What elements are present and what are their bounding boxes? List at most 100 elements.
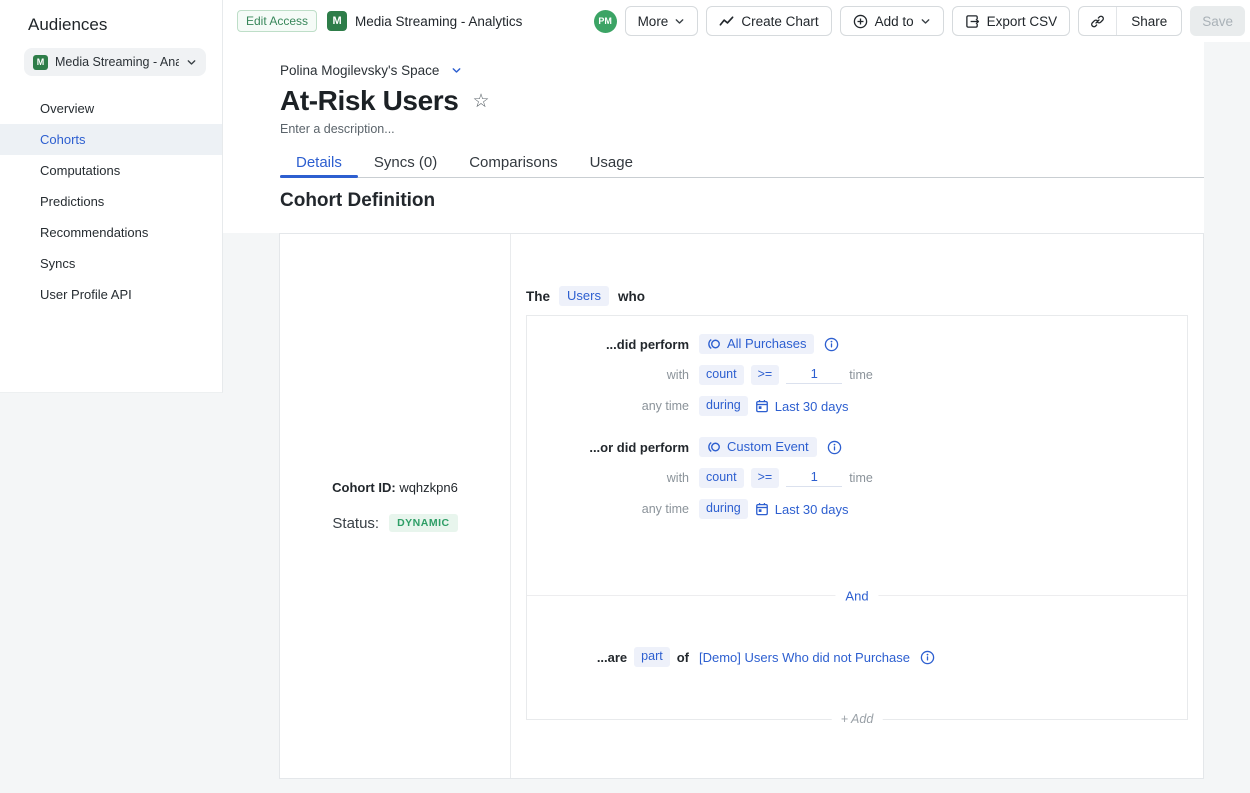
chevron-down-icon xyxy=(920,16,931,27)
app-title: Audiences xyxy=(0,0,222,35)
sidebar-item-cohorts[interactable]: Cohorts xyxy=(0,124,222,155)
description-placeholder[interactable]: Enter a description... xyxy=(280,122,395,136)
count-operator-selector[interactable]: >= xyxy=(751,365,780,385)
sidebar-item-recommendations[interactable]: Recommendations xyxy=(0,217,222,248)
calendar-icon xyxy=(755,502,769,516)
count-pre: with xyxy=(667,471,689,485)
sidebar-item-syncs[interactable]: Syncs xyxy=(0,248,222,279)
page-title[interactable]: At-Risk Users xyxy=(280,85,458,117)
count-value-input[interactable]: 1 xyxy=(786,469,842,487)
definition-builder: The Users who ...did perform All Purchas… xyxy=(511,234,1203,778)
count-value-input[interactable]: 1 xyxy=(786,366,842,384)
avatar[interactable]: PM xyxy=(594,10,617,33)
event-icon xyxy=(707,337,721,351)
cohort-id-value: wqhzkpn6 xyxy=(399,480,458,495)
info-circle-icon[interactable] xyxy=(824,337,839,352)
tab-bar: Details Syncs (0) Comparisons Usage xyxy=(280,148,1204,178)
subject-post: who xyxy=(618,289,645,304)
time-window-row: any time during Last 30 days xyxy=(527,396,1187,416)
info-circle-icon[interactable] xyxy=(827,440,842,455)
sidebar-item-overview[interactable]: Overview xyxy=(0,93,222,124)
window-mode-selector[interactable]: during xyxy=(699,499,748,519)
date-range-button[interactable]: Last 30 days xyxy=(755,502,849,517)
window-pre: any time xyxy=(642,399,689,413)
window-mode-selector[interactable]: during xyxy=(699,396,748,416)
date-range-label: Last 30 days xyxy=(775,502,849,517)
chevron-down-icon xyxy=(186,57,197,68)
and-operator[interactable]: And xyxy=(835,588,878,605)
project-selector-label: Media Streaming - Analy... xyxy=(55,55,179,69)
condition-group-1: ...did perform All Purchases xyxy=(527,316,1187,595)
add-condition-button[interactable]: + Add xyxy=(832,711,883,727)
chevron-down-icon xyxy=(674,16,685,27)
date-range-button[interactable]: Last 30 days xyxy=(755,399,849,414)
top-toolbar: Edit Access M Media Streaming - Analytic… xyxy=(223,0,1250,42)
or-perform-label: ...or did perform xyxy=(589,440,689,455)
entity-selector[interactable]: Users xyxy=(559,286,609,306)
count-row: with count >= 1 time xyxy=(527,468,1187,488)
project-icon: M xyxy=(33,55,48,70)
count-property-selector[interactable]: count xyxy=(699,468,744,488)
membership-row: ...are part of [Demo] Users Who did not … xyxy=(527,647,1187,667)
status-label: Status: xyxy=(332,515,379,532)
breadcrumb[interactable]: Polina Mogilevsky's Space xyxy=(280,42,462,78)
create-chart-button[interactable]: Create Chart xyxy=(706,6,831,36)
membership-quantifier-selector[interactable]: part xyxy=(634,647,670,667)
header-project: M Media Streaming - Analytics xyxy=(327,11,522,31)
cohort-meta: Cohort ID: wqhzkpn6 Status: DYNAMIC xyxy=(280,234,511,778)
count-suffix: time xyxy=(849,471,873,485)
window-pre: any time xyxy=(642,502,689,516)
info-circle-icon[interactable] xyxy=(920,650,935,665)
sidebar-item-computations[interactable]: Computations xyxy=(0,155,222,186)
chevron-down-icon xyxy=(451,65,462,76)
membership-label: ...are xyxy=(597,650,627,665)
perform-row: ...did perform All Purchases xyxy=(527,334,1187,354)
project-icon: M xyxy=(327,11,347,31)
toolbar-actions: PM More Create Chart Add to xyxy=(594,6,1245,36)
condition-box: ...did perform All Purchases xyxy=(526,315,1188,720)
cohort-definition-panel: Cohort ID: wqhzkpn6 Status: DYNAMIC The … xyxy=(279,233,1204,779)
share-button[interactable]: Share xyxy=(1116,7,1181,35)
more-button-label: More xyxy=(638,14,669,29)
perform-label: ...did perform xyxy=(606,337,689,352)
condition-group-2: ...are part of [Demo] Users Who did not … xyxy=(527,647,1187,773)
count-row: with count >= 1 time xyxy=(527,365,1187,385)
event-name: All Purchases xyxy=(727,337,806,351)
tab-usage[interactable]: Usage xyxy=(574,148,649,177)
section-heading: Cohort Definition xyxy=(280,190,1204,212)
header-project-name: Media Streaming - Analytics xyxy=(355,14,522,29)
export-csv-button[interactable]: Export CSV xyxy=(952,6,1071,36)
count-property-selector[interactable]: count xyxy=(699,365,744,385)
save-button[interactable]: Save xyxy=(1190,6,1245,36)
sidebar-item-predictions[interactable]: Predictions xyxy=(0,186,222,217)
share-button-group: Share xyxy=(1078,6,1182,36)
copy-link-button[interactable] xyxy=(1079,7,1116,35)
sidebar-nav: Overview Cohorts Computations Prediction… xyxy=(0,93,222,310)
event-selector[interactable]: Custom Event xyxy=(699,437,817,457)
breadcrumb-label: Polina Mogilevsky's Space xyxy=(280,63,439,78)
add-to-button[interactable]: Add to xyxy=(840,6,944,36)
more-button[interactable]: More xyxy=(625,6,699,36)
calendar-icon xyxy=(755,399,769,413)
count-operator-selector[interactable]: >= xyxy=(751,468,780,488)
sidebar: Audiences M Media Streaming - Analy... O… xyxy=(0,0,223,393)
event-selector[interactable]: All Purchases xyxy=(699,334,814,354)
tab-syncs[interactable]: Syncs (0) xyxy=(358,148,453,177)
tab-comparisons[interactable]: Comparisons xyxy=(453,148,573,177)
export-csv-label: Export CSV xyxy=(987,14,1058,29)
add-to-label: Add to xyxy=(875,14,914,29)
cohort-id-label: Cohort ID: xyxy=(332,480,396,495)
status-badge: DYNAMIC xyxy=(389,514,458,533)
sidebar-item-user-profile-api[interactable]: User Profile API xyxy=(0,279,222,310)
star-outline-icon[interactable]: ☆ xyxy=(472,92,489,111)
export-arrow-icon xyxy=(965,14,980,29)
cohort-id-row: Cohort ID: wqhzkpn6 xyxy=(332,480,458,495)
project-selector[interactable]: M Media Streaming - Analy... xyxy=(24,48,206,76)
event-icon xyxy=(707,440,721,454)
count-suffix: time xyxy=(849,368,873,382)
tab-details[interactable]: Details xyxy=(280,148,358,177)
cohort-status-row: Status: DYNAMIC xyxy=(332,514,457,533)
cohort-link[interactable]: [Demo] Users Who did not Purchase xyxy=(699,650,910,665)
event-name: Custom Event xyxy=(727,440,809,454)
time-window-row: any time during Last 30 days xyxy=(527,499,1187,519)
